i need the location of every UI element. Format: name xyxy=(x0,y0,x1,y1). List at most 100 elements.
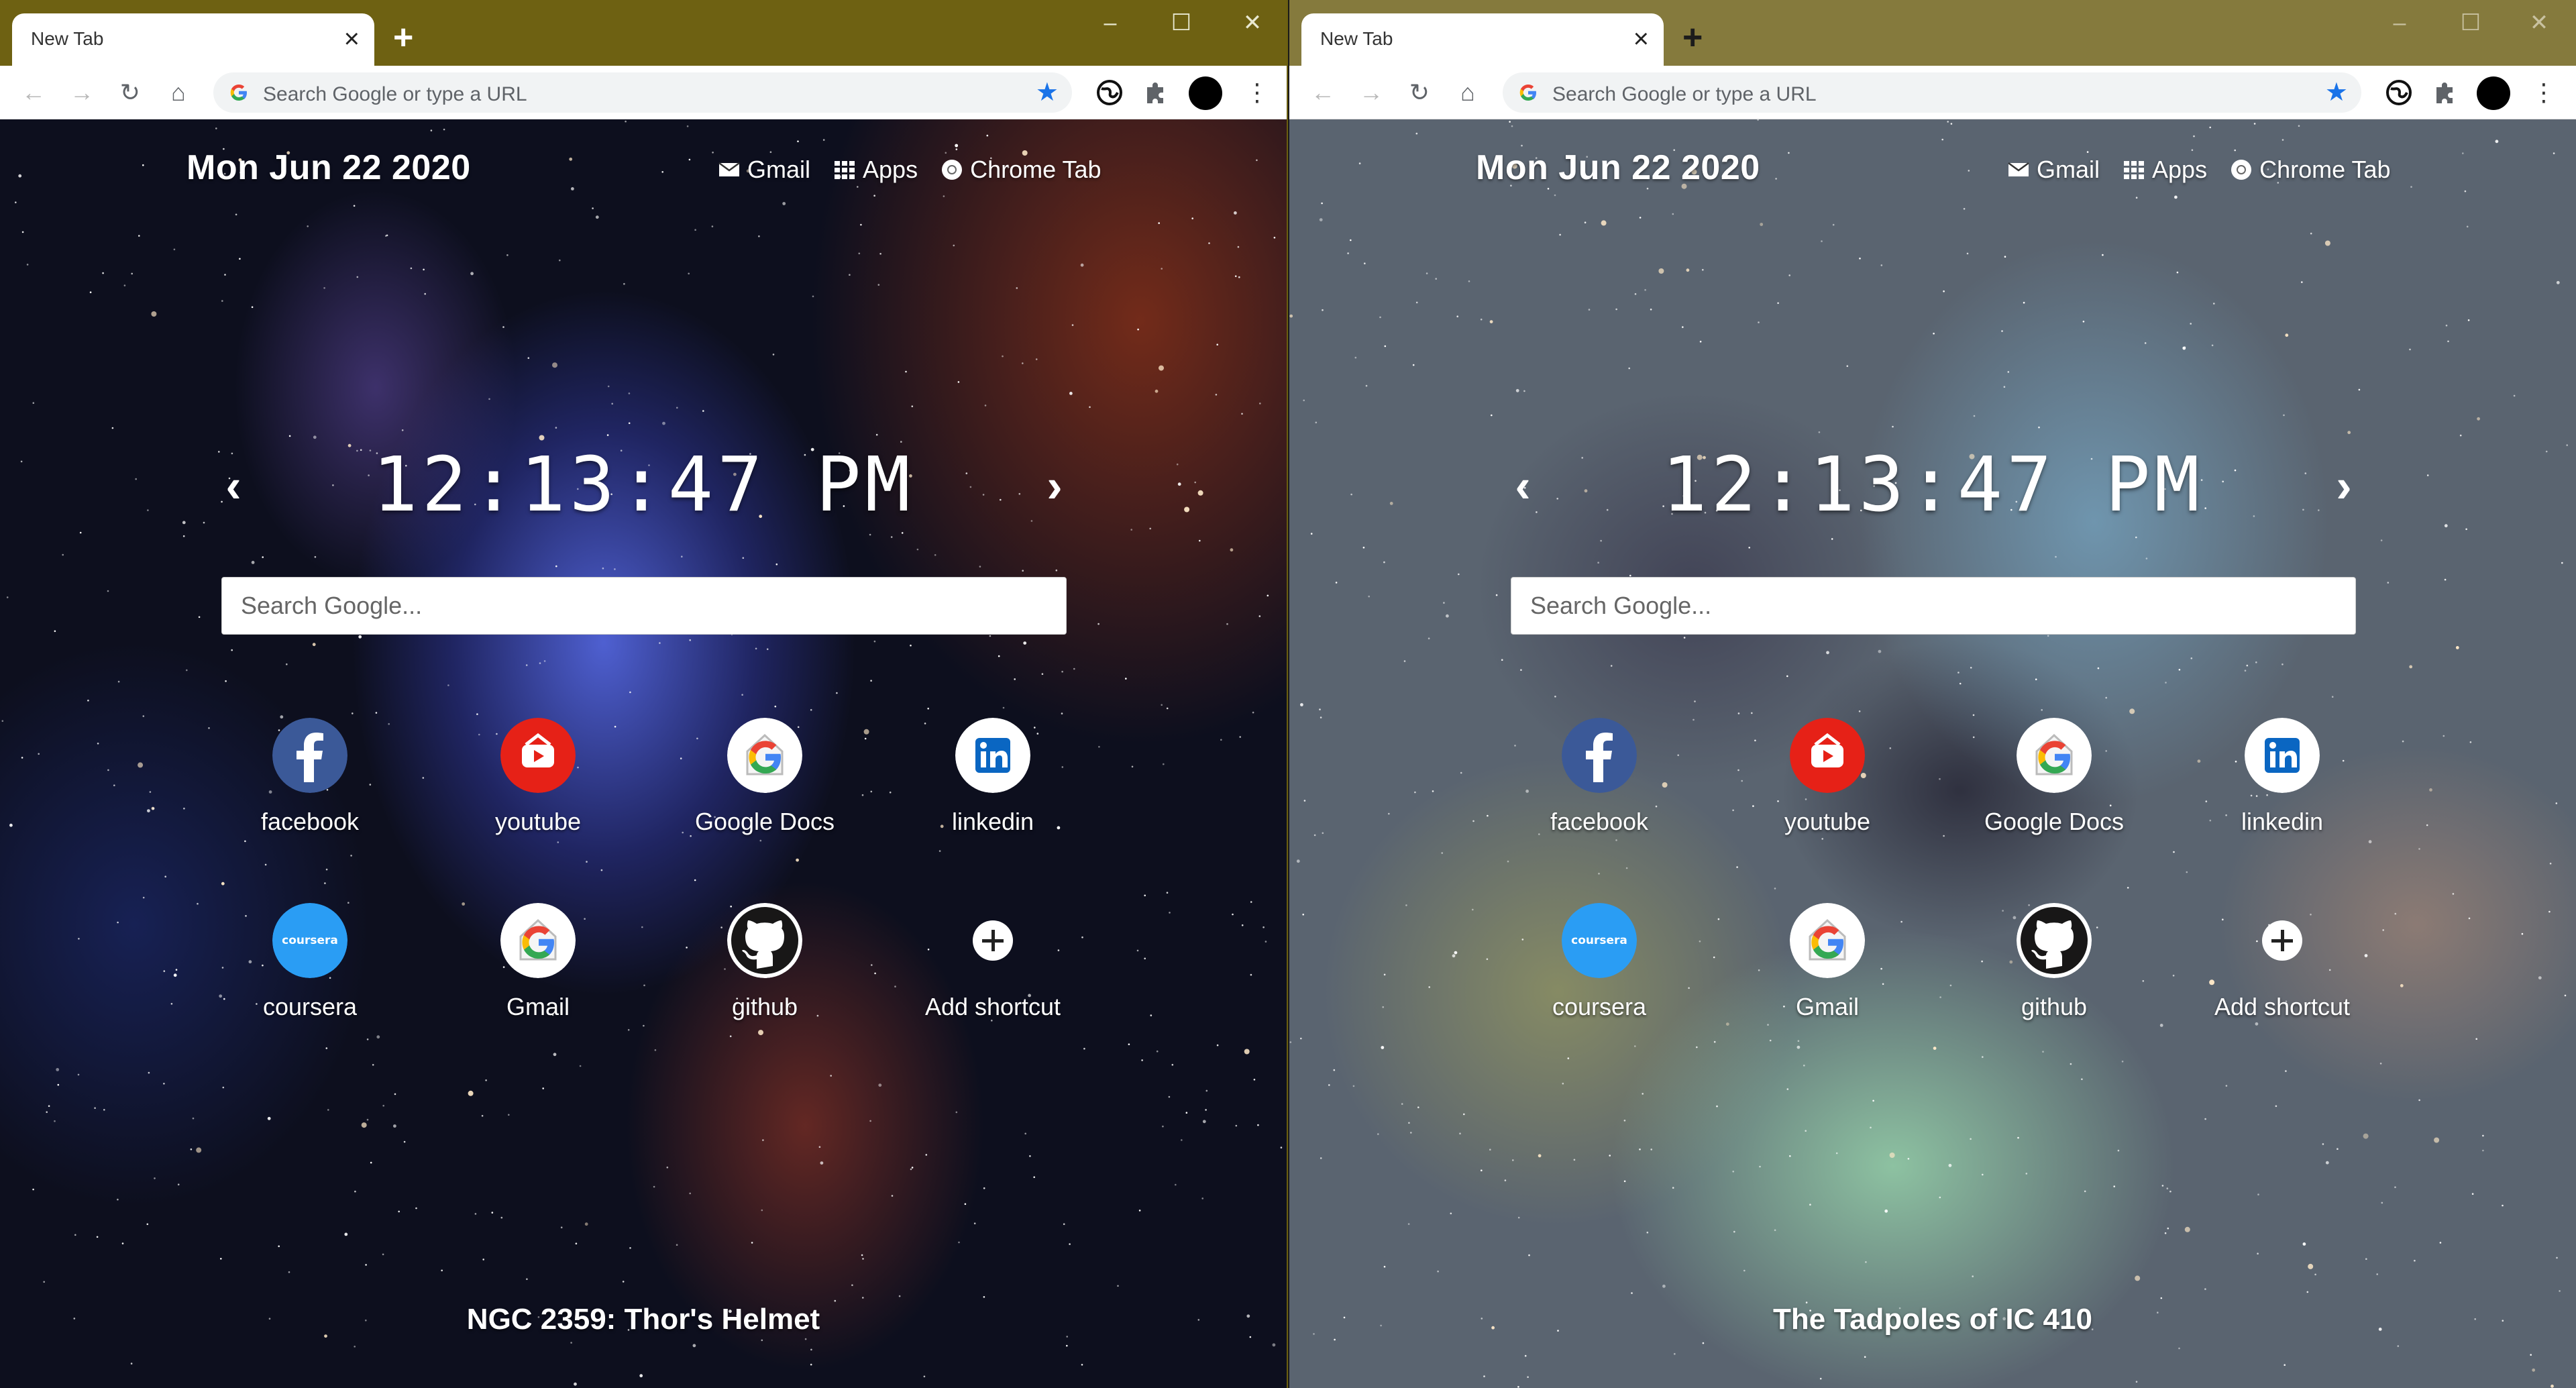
omnibox-placeholder: Search Google or type a URL xyxy=(263,83,527,105)
newtab-page: Mon Jun 22 2020 Gmail Apps Chrome Tab ‹ … xyxy=(1289,119,2576,1388)
globe-extension-icon[interactable] xyxy=(2384,78,2414,107)
background-caption: NGC 2359: Thor's Helmet xyxy=(466,1303,820,1336)
google-g-icon xyxy=(230,85,247,101)
shortcut-label: Gmail xyxy=(1795,993,1859,1020)
shortcut-label: Google Docs xyxy=(1984,808,2125,835)
browser-window-left: New Tab × + – ☐ ✕ ← → ↻ ⌂ Search Google … xyxy=(0,0,1288,1388)
date-display: Mon Jun 22 2020 xyxy=(1476,148,1760,187)
chrome-tab-link-label: Chrome Tab xyxy=(2259,156,2391,183)
minimize-icon[interactable]: – xyxy=(2363,7,2436,39)
google-search-box[interactable] xyxy=(221,577,1067,635)
shortcut-linkedin[interactable]: linkedin xyxy=(899,718,1087,865)
apps-link[interactable]: Apps xyxy=(833,156,918,184)
youtube-icon xyxy=(500,718,576,793)
facebook-icon xyxy=(1562,718,1637,793)
shortcut-gmail[interactable]: Gmail xyxy=(444,903,632,1051)
minimize-icon[interactable]: – xyxy=(1073,7,1147,39)
shortcut-add-shortcut[interactable]: Add shortcut xyxy=(899,903,1087,1051)
shortcut-facebook[interactable]: facebook xyxy=(1505,718,1693,865)
shortcut-label: youtube xyxy=(494,808,582,835)
starfield-background xyxy=(1289,119,2568,1388)
browser-window-right: New Tab × + – ☐ ✕ ← → ↻ ⌂ Search Google … xyxy=(1289,0,2576,1388)
profile-avatar[interactable] xyxy=(2477,76,2510,110)
menu-kebab-icon[interactable]: ⋮ xyxy=(2532,76,2556,109)
reload-icon[interactable]: ↻ xyxy=(114,76,146,109)
top-links: Gmail Apps Chrome Tab xyxy=(718,153,1102,186)
coursera-icon: coursera xyxy=(272,903,347,978)
google-search-box[interactable] xyxy=(1511,577,2356,635)
next-background-arrow-icon[interactable]: › xyxy=(1034,462,1075,509)
profile-avatar[interactable] xyxy=(1189,76,1222,110)
shortcut-label: github xyxy=(731,993,798,1020)
forward-icon[interactable]: → xyxy=(1355,76,1387,109)
top-links: Gmail Apps Chrome Tab xyxy=(2007,153,2391,186)
gmail-link[interactable]: Gmail xyxy=(2007,156,2100,184)
maximize-icon[interactable]: ☐ xyxy=(2434,7,2508,39)
chrome-tab-link[interactable]: Chrome Tab xyxy=(2230,156,2391,184)
shortcut-add-shortcut[interactable]: Add shortcut xyxy=(2188,903,2376,1051)
shortcut-coursera[interactable]: coursera coursera xyxy=(1505,903,1693,1051)
shortcut-label: linkedin xyxy=(951,808,1034,835)
omnibox[interactable]: Search Google or type a URL ★ xyxy=(1503,72,2361,113)
search-input[interactable] xyxy=(1511,578,2355,634)
shortcut-label: coursera xyxy=(1552,993,1647,1020)
svg-text:coursera: coursera xyxy=(1571,934,1627,947)
bookmark-star-icon[interactable]: ★ xyxy=(2325,79,2348,106)
shortcut-google-docs[interactable]: Google Docs xyxy=(1960,718,2148,865)
tab-strip: New Tab × + – ☐ ✕ xyxy=(1289,0,2576,66)
back-icon[interactable]: ← xyxy=(17,76,50,109)
forward-icon[interactable]: → xyxy=(66,76,98,109)
back-icon[interactable]: ← xyxy=(1307,76,1339,109)
toolbar: ← → ↻ ⌂ Search Google or type a URL ★ ⋮ xyxy=(0,66,1287,119)
close-tab-icon[interactable]: × xyxy=(344,23,360,55)
tab-new-tab[interactable]: New Tab × xyxy=(12,13,374,66)
shortcut-facebook[interactable]: facebook xyxy=(216,718,404,865)
reload-icon[interactable]: ↻ xyxy=(1403,76,1436,109)
shortcut-google-docs[interactable]: Google Docs xyxy=(671,718,859,865)
new-tab-button[interactable]: + xyxy=(393,20,413,55)
chrome-icon xyxy=(942,160,963,180)
chrome-tab-link[interactable]: Chrome Tab xyxy=(941,156,1102,184)
shortcut-github[interactable]: github xyxy=(1960,903,2148,1051)
next-background-arrow-icon[interactable]: › xyxy=(2324,462,2364,509)
shortcut-github[interactable]: github xyxy=(671,903,859,1051)
google-icon xyxy=(2017,718,2092,793)
tab-strip: New Tab × + – ☐ ✕ xyxy=(0,0,1287,66)
tab-new-tab[interactable]: New Tab × xyxy=(1301,13,1664,66)
apps-link-label: Apps xyxy=(863,156,918,183)
google-icon xyxy=(1790,903,1865,978)
clock: 12:13:47 PM xyxy=(372,441,914,529)
bookmark-star-icon[interactable]: ★ xyxy=(1036,79,1059,106)
shortcut-label: facebook xyxy=(1550,808,1649,835)
plus-icon xyxy=(2245,903,2320,978)
apps-link[interactable]: Apps xyxy=(2123,156,2207,184)
shortcut-gmail[interactable]: Gmail xyxy=(1733,903,1921,1051)
youtube-icon xyxy=(1790,718,1865,793)
close-window-icon[interactable]: ✕ xyxy=(2502,7,2576,39)
gmail-link[interactable]: Gmail xyxy=(718,156,810,184)
search-input[interactable] xyxy=(222,578,1066,634)
shortcut-youtube[interactable]: youtube xyxy=(444,718,632,865)
extensions-puzzle-icon[interactable] xyxy=(2431,78,2461,107)
apps-link-label: Apps xyxy=(2152,156,2208,183)
menu-kebab-icon[interactable]: ⋮ xyxy=(1245,76,1269,109)
globe-extension-icon[interactable] xyxy=(1095,78,1124,107)
extensions-puzzle-icon[interactable] xyxy=(1142,78,1171,107)
close-window-icon[interactable]: ✕ xyxy=(1216,7,1287,39)
close-tab-icon[interactable]: × xyxy=(1633,23,1649,55)
shortcut-youtube[interactable]: youtube xyxy=(1733,718,1921,865)
facebook-icon xyxy=(272,718,347,793)
new-tab-button[interactable]: + xyxy=(1682,20,1703,55)
home-icon[interactable]: ⌂ xyxy=(1452,76,1484,109)
home-icon[interactable]: ⌂ xyxy=(162,76,195,109)
omnibox[interactable]: Search Google or type a URL ★ xyxy=(213,72,1072,113)
coursera-icon: coursera xyxy=(1562,903,1637,978)
maximize-icon[interactable]: ☐ xyxy=(1144,7,1218,39)
shortcut-coursera[interactable]: coursera coursera xyxy=(216,903,404,1051)
google-icon xyxy=(500,903,576,978)
shortcut-linkedin[interactable]: linkedin xyxy=(2188,718,2376,865)
linkedin-icon xyxy=(2245,718,2320,793)
google-g-icon xyxy=(1519,85,1536,101)
background-caption: The Tadpoles of IC 410 xyxy=(1773,1303,2092,1336)
chrome-icon xyxy=(2231,160,2252,180)
